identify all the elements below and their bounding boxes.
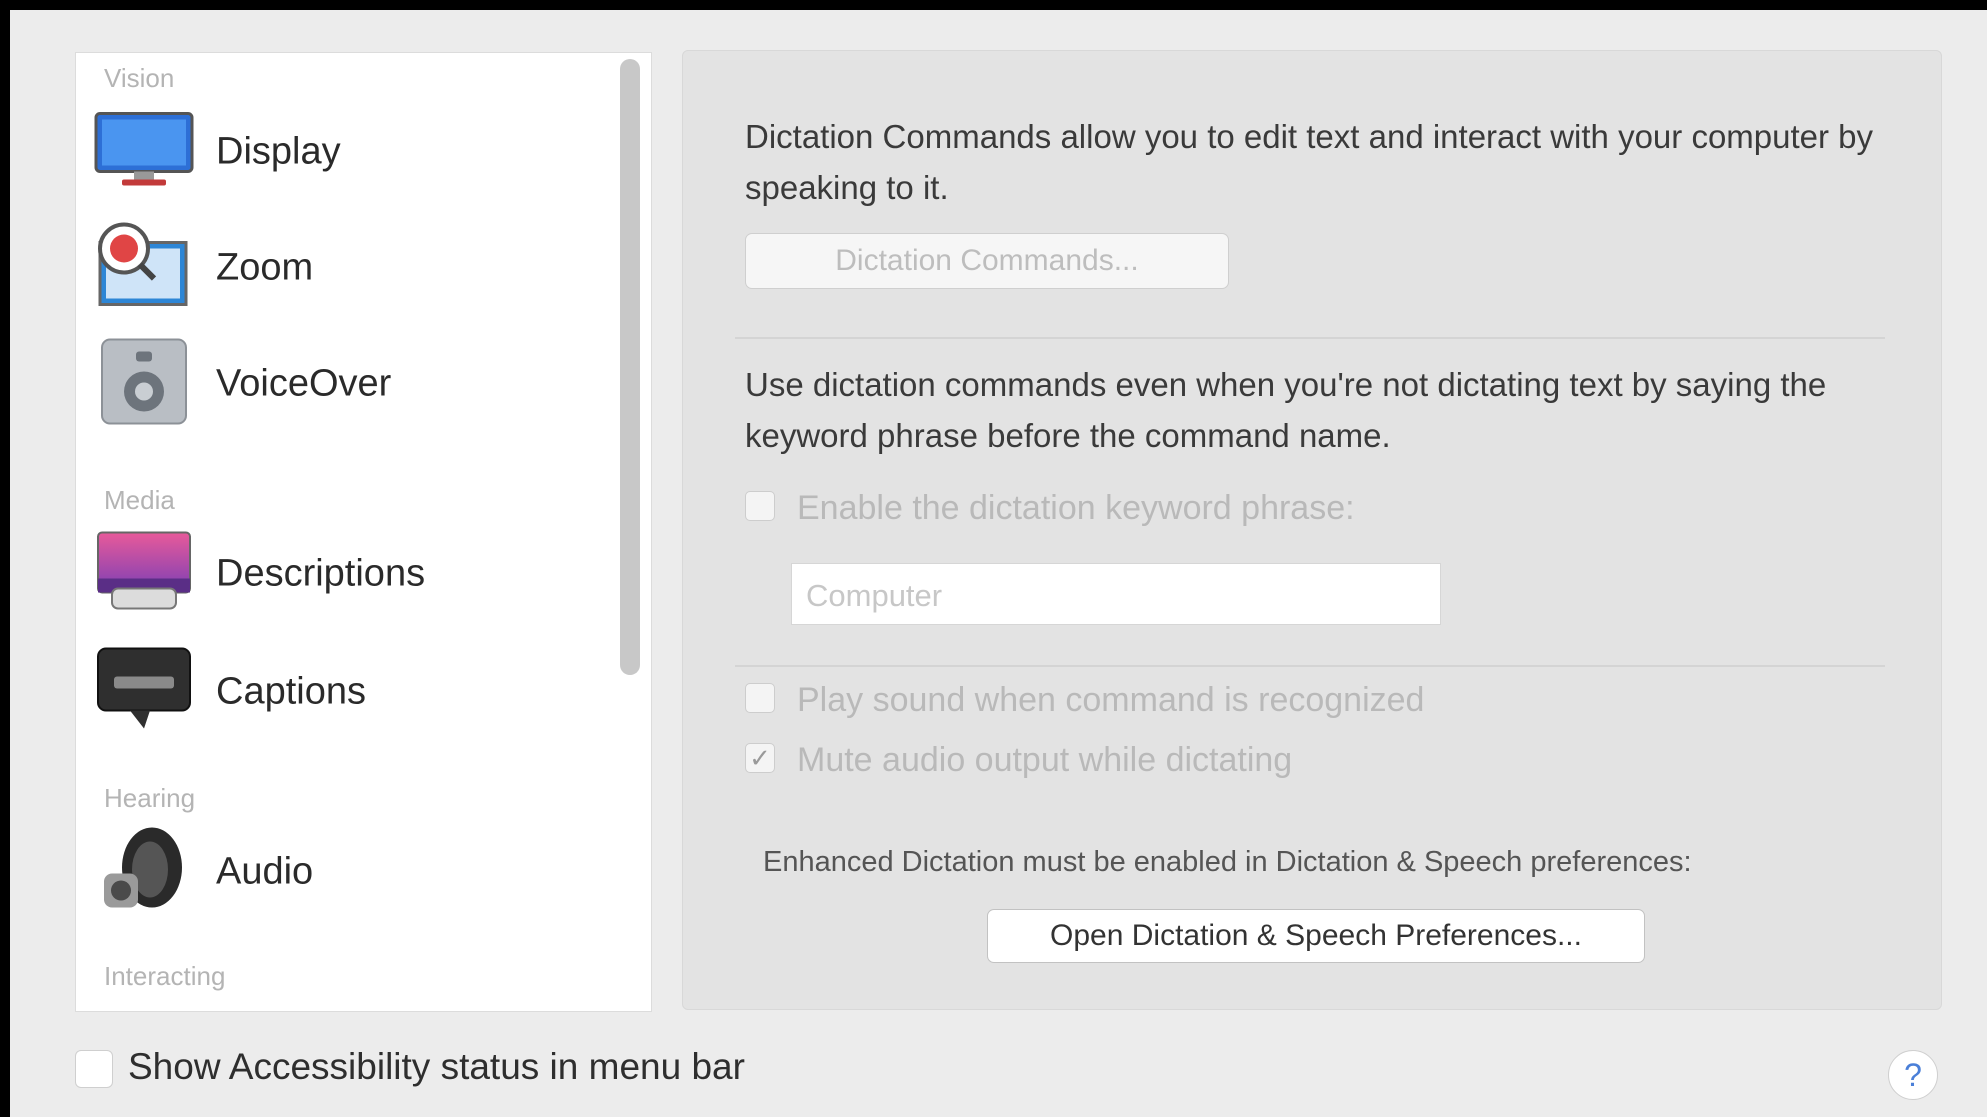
section-header-media: Media — [104, 485, 175, 515]
zoom-icon — [94, 221, 194, 316]
help-button[interactable]: ? — [1888, 1050, 1938, 1100]
mute-audio-row[interactable]: ✓ Mute audio output while dictating — [745, 741, 1645, 781]
captions-icon — [94, 645, 194, 740]
mute-audio-label: Mute audio output while dictating — [797, 741, 1293, 779]
enable-keyword-checkbox[interactable] — [745, 491, 775, 521]
enhanced-dictation-note: Enhanced Dictation must be enabled in Di… — [763, 846, 1692, 878]
show-status-checkbox[interactable] — [75, 1050, 113, 1088]
play-sound-checkbox[interactable] — [745, 683, 775, 713]
sidebar-item-label: Descriptions — [216, 552, 426, 595]
section-header-vision: Vision — [104, 63, 175, 93]
sidebar-item-label: Zoom — [216, 246, 314, 289]
sidebar-item-label: VoiceOver — [216, 362, 392, 405]
sidebar-item-zoom[interactable]: Zoom — [76, 213, 616, 323]
sidebar-item-captions[interactable]: Captions — [76, 637, 616, 747]
enable-keyword-label: Enable the dictation keyword phrase: — [797, 489, 1355, 527]
play-sound-label: Play sound when command is recognized — [797, 681, 1425, 719]
sidebar-item-display[interactable]: Display — [76, 97, 616, 207]
voiceover-icon — [94, 336, 194, 433]
accessibility-preferences-window: Vision Display Zoom VoiceOver Media Desc… — [10, 10, 1987, 1117]
dictation-panel: Dictation Commands allow you to edit tex… — [682, 50, 1942, 1010]
open-dictation-preferences-button[interactable]: Open Dictation & Speech Preferences... — [987, 909, 1645, 963]
sidebar-item-label: Display — [216, 130, 341, 173]
divider — [735, 337, 1885, 339]
play-sound-row[interactable]: Play sound when command is recognized — [745, 681, 1645, 721]
audio-icon — [94, 824, 194, 921]
section-header-interacting: Interacting — [104, 961, 226, 991]
divider — [735, 665, 1885, 667]
sidebar-item-audio[interactable]: Audio — [76, 817, 616, 927]
keyword-phrase-input[interactable]: Computer — [791, 563, 1441, 625]
enable-keyword-row[interactable]: Enable the dictation keyword phrase: — [745, 489, 1545, 529]
descriptions-icon — [94, 529, 194, 620]
section-header-hearing: Hearing — [104, 783, 196, 813]
checkmark-icon: ✓ — [749, 743, 771, 773]
accessibility-sidebar[interactable]: Vision Display Zoom VoiceOver Media Desc… — [75, 52, 652, 1012]
show-status-label: Show Accessibility status in menu bar — [128, 1046, 745, 1087]
dictation-commands-button[interactable]: Dictation Commands... — [745, 233, 1229, 289]
keyword-description-text: Use dictation commands even when you're … — [745, 366, 1827, 454]
sidebar-scrollbar[interactable] — [620, 59, 640, 675]
display-icon — [94, 110, 194, 195]
sidebar-item-voiceover[interactable]: VoiceOver — [76, 329, 616, 439]
sidebar-item-label: Audio — [216, 850, 314, 893]
dictation-intro-text: Dictation Commands allow you to edit tex… — [745, 118, 1874, 206]
mute-audio-checkbox[interactable]: ✓ — [745, 743, 775, 773]
sidebar-item-descriptions[interactable]: Descriptions — [76, 519, 616, 629]
sidebar-item-label: Captions — [216, 670, 366, 713]
